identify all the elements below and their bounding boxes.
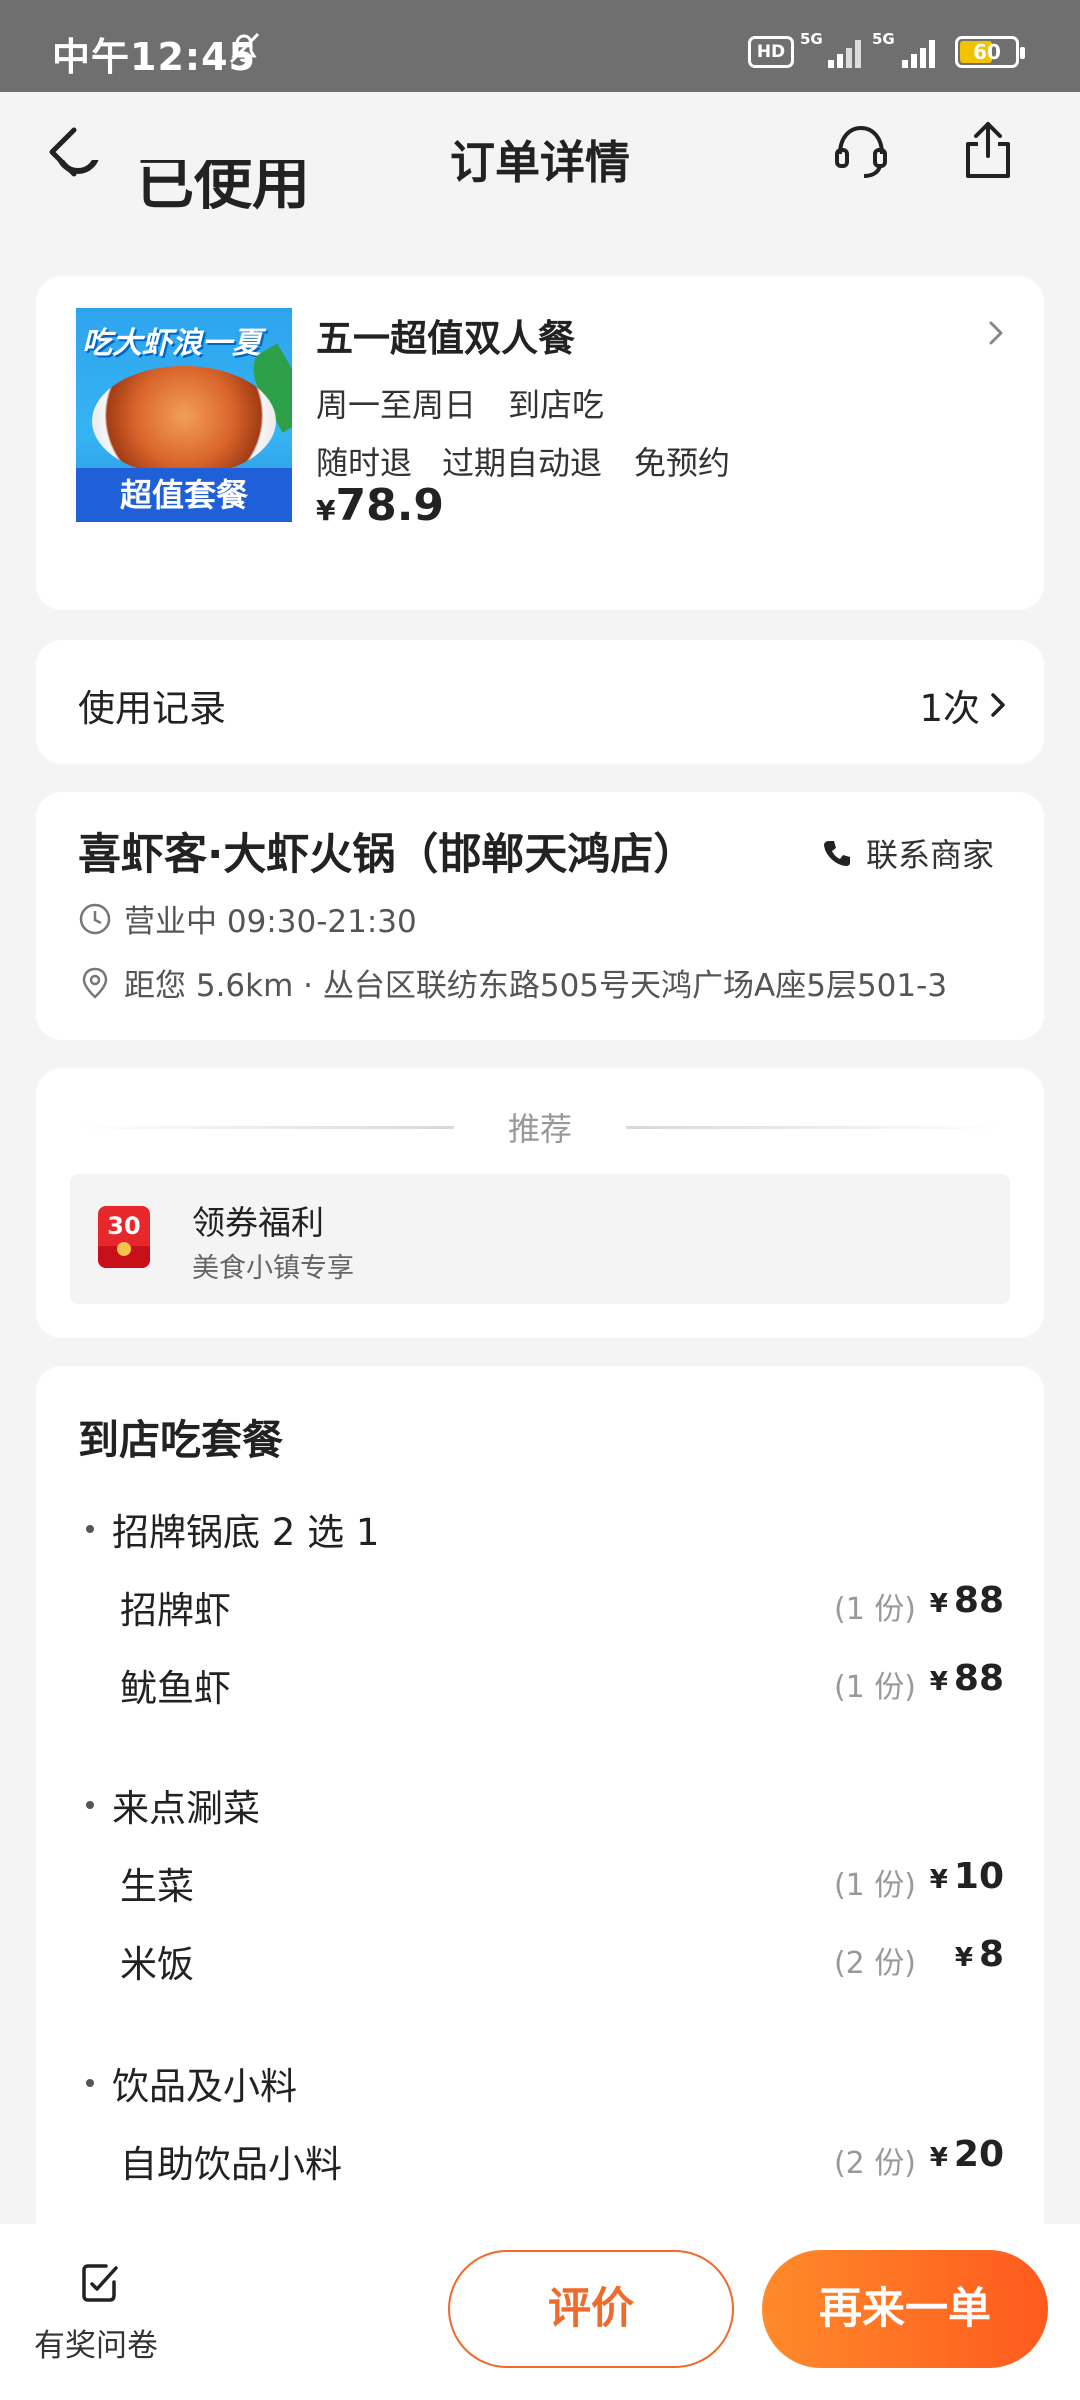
reorder-button[interactable]: 再来一单 (762, 2250, 1048, 2368)
store-hours: 营业中 09:30-21:30 (78, 896, 417, 941)
item-qty: (1 份) (833, 1670, 916, 1705)
tag-auto-refund: 过期自动退 (442, 444, 603, 482)
item-price: ¥8 (954, 1934, 1004, 1975)
item-price: ¥20 (929, 2134, 1004, 2175)
tag-dine-in: 到店吃 (508, 386, 605, 424)
item-price: ¥88 (929, 1580, 1004, 1621)
package-title: 到店吃套餐 (78, 1416, 283, 1464)
bottom-action-bar: 有奖问卷 评价 再来一单 (0, 2224, 1080, 2400)
net-label-2: 5G (872, 30, 895, 48)
bell-muted-icon (229, 32, 260, 64)
item-qty: (2 份) (833, 2146, 916, 2181)
usage-record-count: 1次 (919, 678, 1008, 732)
phone-icon (824, 841, 850, 866)
chevron-right-icon (991, 693, 1005, 717)
survey-label[interactable]: 有奖问卷 (34, 2320, 158, 2365)
product-card[interactable]: 吃大虾浪一夏 超值套餐 五一超值双人餐 周一至周日 到店吃 随时退 过期自动退 … (36, 276, 1044, 610)
contact-merchant-button[interactable]: 联系商家 (822, 830, 994, 876)
item-name: 招牌虾 (120, 1589, 231, 1632)
battery-icon: 60 (955, 36, 1025, 68)
signal-5g-icon-2: 5G (872, 30, 935, 68)
item-name: 米饭 (120, 1943, 194, 1986)
order-status-partial: 已使用 (52, 160, 352, 220)
group-title: 饮品及小料 (86, 2056, 297, 2110)
group-title: 招牌锅底 2 选 1 (86, 1502, 379, 1556)
status-check-icon (56, 160, 100, 174)
item-name: 生菜 (120, 1865, 194, 1908)
item-qty: (1 份) (833, 1592, 916, 1627)
tag-days: 周一至周日 (316, 386, 477, 424)
store-card[interactable]: 喜虾客·大虾火锅（邯郸天鸿店） 联系商家 营业中 09:30-21:30 距您 … (36, 792, 1044, 1040)
net-label-1: 5G (800, 30, 823, 48)
share-icon[interactable] (962, 120, 1014, 180)
group-title: 来点涮菜 (86, 1778, 260, 1832)
recommend-card: 推荐 30 领券福利 美食小镇专享 (36, 1068, 1044, 1338)
tag-refund-anytime: 随时退 (316, 444, 413, 482)
package-card: 到店吃套餐 招牌锅底 2 选 1 招牌虾 (1 份) ¥88 鱿鱼虾 (1 份)… (36, 1366, 1044, 2226)
product-image: 吃大虾浪一夏 超值套餐 (76, 308, 292, 522)
coupon-title: 领券福利 (192, 1203, 324, 1242)
location-pin-icon (82, 967, 108, 999)
item-name: 鱿鱼虾 (120, 1667, 231, 1710)
store-address[interactable]: 距您 5.6km · 丛台区联纺东路505号天鸿广场A座5层501-3 (78, 960, 947, 1005)
survey-edit-icon[interactable] (80, 2262, 120, 2304)
item-price: ¥10 (929, 1856, 1004, 1897)
item-name: 自助饮品小料 (120, 2143, 342, 2186)
status-bar: 中午12:45 HD 5G 5G 60 (0, 0, 1080, 92)
hd-voice-icon: HD (748, 36, 794, 68)
coupon-subtitle: 美食小镇专享 (192, 1253, 354, 1284)
product-name: 五一超值双人餐 (316, 317, 575, 360)
red-packet-icon: 30 (98, 1206, 150, 1268)
clock-icon (79, 903, 111, 934)
signal-5g-icon-1: 5G (800, 30, 861, 68)
item-qty: (1 份) (833, 1868, 916, 1903)
review-button[interactable]: 评价 (448, 2250, 734, 2368)
battery-level: 60 (973, 40, 1001, 64)
coupon-welfare-item[interactable]: 30 领券福利 美食小镇专享 (70, 1174, 1010, 1304)
item-price: ¥88 (929, 1658, 1004, 1699)
product-price: ¥78.9 (316, 480, 445, 531)
chevron-right-icon (989, 321, 1003, 345)
customer-service-icon[interactable] (832, 122, 890, 180)
item-qty: (2 份) (833, 1946, 916, 1981)
usage-record-row[interactable]: 使用记录 1次 (36, 640, 1044, 764)
usage-record-label: 使用记录 (78, 687, 226, 730)
store-name: 喜虾客·大虾火锅（邯郸天鸿店） (78, 830, 697, 880)
tag-no-reservation: 免预约 (634, 444, 731, 482)
recommend-title: 推荐 (507, 1110, 572, 1148)
